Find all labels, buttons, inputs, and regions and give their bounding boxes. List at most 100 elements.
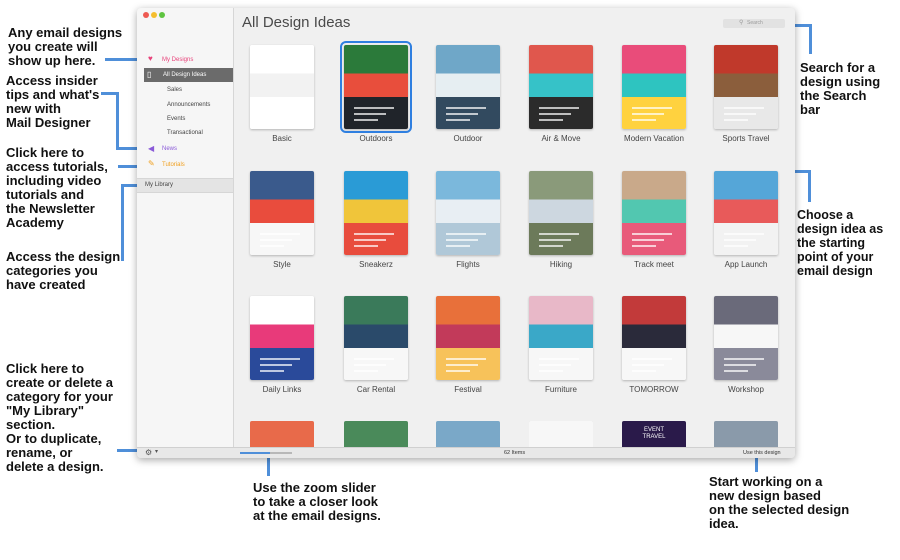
design-thumbnail[interactable] <box>250 421 314 447</box>
thumbnail-line <box>354 119 378 121</box>
design-thumbnail[interactable] <box>714 45 778 129</box>
design-card[interactable] <box>344 421 408 447</box>
design-thumbnail[interactable] <box>622 171 686 255</box>
sidebar: ♥ My Designs ▯ All Design Ideas Sales An… <box>137 8 234 447</box>
search-placeholder: Search <box>747 20 763 26</box>
design-card[interactable]: Outdoors <box>340 41 412 145</box>
design-card[interactable]: Sports Travel <box>714 45 778 145</box>
design-card[interactable]: Car Rental <box>344 296 408 396</box>
use-this-design-button[interactable]: Use this design <box>743 449 781 457</box>
thumbnail-line <box>260 364 292 366</box>
design-thumbnail[interactable] <box>344 421 408 447</box>
thumbnail-line <box>632 233 672 235</box>
design-card[interactable] <box>250 421 314 447</box>
thumbnail-line <box>539 119 563 121</box>
search-input[interactable]: ⚲ Search <box>723 19 785 28</box>
design-thumbnail[interactable] <box>714 296 778 380</box>
annotation-categories: Access the design categories you have cr… <box>6 249 121 292</box>
design-thumbnail[interactable]: EVENT TRAVEL <box>622 421 686 447</box>
sidebar-item-sales[interactable]: Sales <box>167 87 182 93</box>
design-card[interactable] <box>436 421 500 447</box>
minimize-window-button[interactable] <box>151 12 157 18</box>
zoom-slider[interactable] <box>240 452 292 454</box>
thumbnail-line <box>260 239 292 241</box>
thumbnail-line <box>539 370 563 372</box>
design-thumbnail[interactable] <box>250 171 314 255</box>
design-card[interactable]: Furniture <box>529 296 593 396</box>
annotation-search: Search for a design using the Search bar <box>800 60 881 117</box>
design-card[interactable]: Modern Vacation <box>622 45 686 145</box>
design-thumbnail[interactable] <box>436 171 500 255</box>
gear-icon[interactable]: ⚙ <box>145 448 152 457</box>
thumbnail-line <box>354 113 386 115</box>
close-window-button[interactable] <box>143 12 149 18</box>
connector-search-v <box>809 24 812 54</box>
sidebar-item-my-designs[interactable]: My Designs <box>162 57 193 63</box>
thumbnail-line <box>260 358 300 360</box>
sidebar-item-announcements[interactable]: Announcements <box>167 102 210 108</box>
sidebar-item-transactional[interactable]: Transactional <box>167 130 203 136</box>
design-thumbnail[interactable] <box>714 171 778 255</box>
design-name: Workshop <box>728 385 764 394</box>
design-card[interactable]: Air & Move <box>529 45 593 145</box>
thumbnail-line <box>724 113 756 115</box>
design-thumbnail[interactable] <box>344 296 408 380</box>
design-thumbnail[interactable] <box>250 296 314 380</box>
design-thumbnail[interactable] <box>436 45 500 129</box>
app-window: ♥ My Designs ▯ All Design Ideas Sales An… <box>137 8 795 458</box>
thumbnail-line <box>539 239 571 241</box>
thumbnail-line <box>724 245 748 247</box>
zoom-window-button[interactable] <box>159 12 165 18</box>
connector-choose-v <box>808 170 811 202</box>
sidebar-item-all-design-ideas[interactable]: ▯ All Design Ideas <box>144 68 233 82</box>
design-thumbnail[interactable] <box>622 45 686 129</box>
design-card[interactable]: Flights <box>436 171 500 271</box>
design-card[interactable]: Daily Links <box>250 296 314 396</box>
sidebar-item-news[interactable]: News <box>162 146 177 152</box>
design-gallery: All Design Ideas ⚲ Search Basic Outdoors O… <box>234 8 795 447</box>
design-card[interactable]: App Launch <box>714 171 778 271</box>
design-thumbnail[interactable] <box>250 45 314 129</box>
design-thumbnail[interactable] <box>529 421 593 447</box>
thumbnail-line <box>260 370 284 372</box>
design-card[interactable]: Track meet <box>622 171 686 271</box>
design-thumbnail[interactable] <box>436 296 500 380</box>
design-name: Style <box>273 260 291 269</box>
sidebar-item-tutorials[interactable]: Tutorials <box>162 162 185 168</box>
design-card[interactable]: Outdoor <box>436 45 500 145</box>
design-card[interactable] <box>529 421 593 447</box>
design-card[interactable]: Festival <box>436 296 500 396</box>
sidebar-section-my-library[interactable]: My Library <box>137 178 233 193</box>
design-card[interactable] <box>714 421 778 447</box>
annotation-zoom: Use the zoom slider to take a closer loo… <box>253 480 381 523</box>
design-thumbnail[interactable] <box>436 421 500 447</box>
sidebar-item-all-design-ideas-label: All Design Ideas <box>163 72 207 78</box>
design-name: Track meet <box>634 260 674 269</box>
design-card[interactable]: Hiking <box>529 171 593 271</box>
thumbnail-line <box>539 364 571 366</box>
design-thumbnail[interactable] <box>622 296 686 380</box>
thumbnail-line <box>354 245 378 247</box>
design-thumbnail[interactable] <box>529 171 593 255</box>
thumbnail-line <box>539 358 579 360</box>
thumbnail-line <box>354 233 394 235</box>
design-thumbnail[interactable] <box>529 296 593 380</box>
design-card[interactable]: TOMORROW <box>622 296 686 396</box>
design-card[interactable]: Style <box>250 171 314 271</box>
thumbnail-line <box>354 358 394 360</box>
design-thumbnail[interactable] <box>529 45 593 129</box>
design-card[interactable]: Sneakerz <box>344 171 408 271</box>
sidebar-item-events[interactable]: Events <box>167 116 185 122</box>
design-card[interactable]: Basic <box>250 45 314 145</box>
design-thumbnail[interactable] <box>714 421 778 447</box>
thumbnail-line <box>446 113 478 115</box>
chevron-down-icon[interactable]: ▾ <box>155 448 158 455</box>
thumbnail-text: EVENT TRAVEL <box>642 427 666 440</box>
thumbnail-line <box>724 370 748 372</box>
megaphone-icon: ◀ <box>148 144 155 153</box>
design-name: Outdoor <box>453 134 483 143</box>
design-thumbnail[interactable] <box>344 171 408 255</box>
design-card[interactable]: Workshop <box>714 296 778 396</box>
design-thumbnail[interactable] <box>340 41 412 133</box>
design-card[interactable]: EVENT TRAVEL <box>622 421 686 447</box>
